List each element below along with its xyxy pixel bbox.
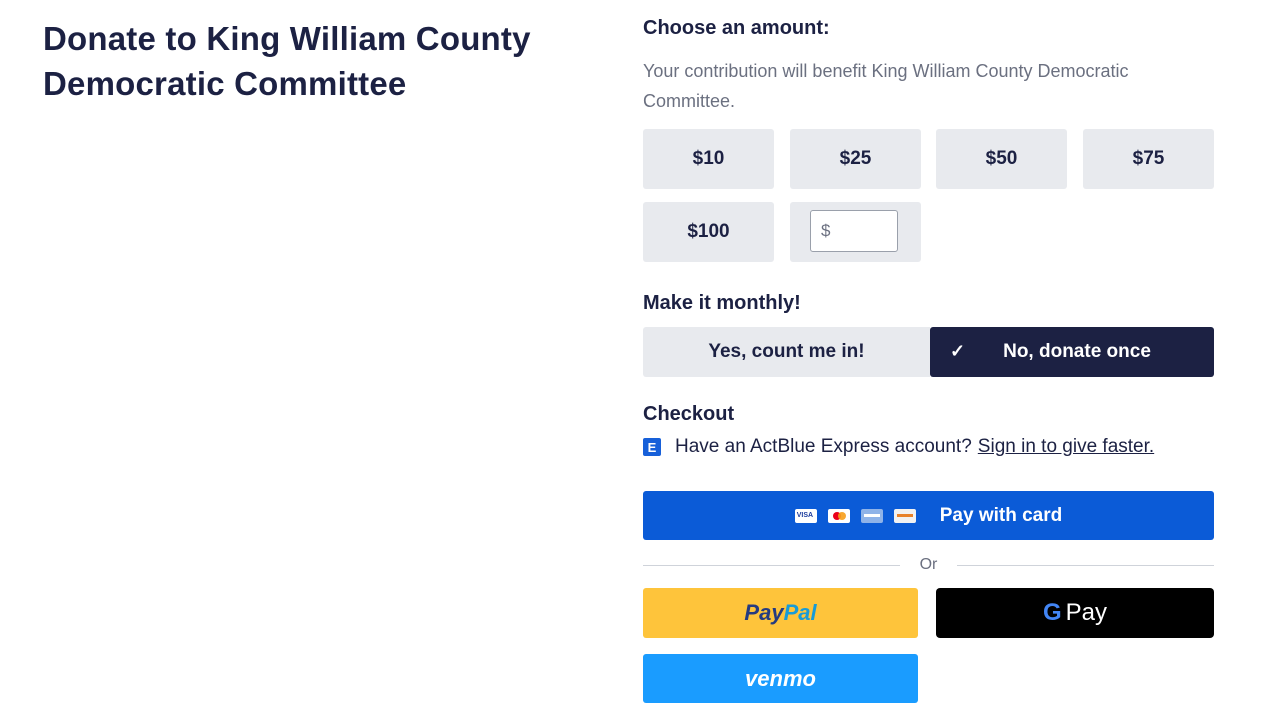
divider-line-left: [643, 564, 900, 566]
monthly-no-button[interactable]: ✓ No, donate once: [930, 327, 1214, 377]
express-signin-row: E Have an ActBlue Express account? Sign …: [643, 436, 1154, 458]
card-icons: [794, 508, 916, 523]
monthly-no-label: No, donate once: [1003, 341, 1151, 362]
or-label: Or: [919, 556, 938, 573]
discover-icon: [893, 508, 916, 523]
paypal-logo-part1: Pay: [744, 600, 784, 625]
page-title: Donate to King William County Democratic…: [43, 20, 531, 102]
or-divider: Or: [643, 555, 1214, 575]
monthly-heading: Make it monthly!: [643, 292, 801, 314]
amex-icon: [860, 508, 883, 523]
visa-icon: [794, 508, 817, 523]
express-prompt: Have an ActBlue Express account?: [675, 436, 972, 457]
amount-button-75[interactable]: $75: [1083, 129, 1214, 189]
google-pay-button[interactable]: G Pay: [936, 588, 1214, 638]
venmo-button[interactable]: venmo: [643, 654, 918, 703]
paypal-logo-part2: Pal: [783, 600, 817, 625]
pay-with-card-button[interactable]: Pay with card: [643, 491, 1214, 540]
google-pay-label: Pay: [1065, 599, 1108, 626]
custom-amount-input[interactable]: [810, 210, 898, 252]
monthly-yes-label: Yes, count me in!: [708, 341, 865, 362]
amount-button-100[interactable]: $100: [643, 202, 774, 262]
pay-with-card-label: Pay with card: [939, 504, 1063, 526]
amount-button-50[interactable]: $50: [936, 129, 1067, 189]
actblue-express-icon: E: [643, 438, 661, 456]
amount-heading: Choose an amount:: [643, 17, 830, 39]
monthly-yes-button[interactable]: Yes, count me in!: [643, 327, 930, 377]
custom-amount-box: [790, 202, 921, 262]
paypal-button[interactable]: Pay Pal: [643, 588, 918, 638]
checkmark-icon: ✓: [950, 341, 966, 361]
checkout-heading: Checkout: [643, 403, 735, 425]
amount-button-10[interactable]: $10: [643, 129, 774, 189]
venmo-logo: venmo: [745, 665, 816, 691]
google-g-icon: G: [1042, 599, 1062, 626]
mastercard-icon: [827, 508, 850, 523]
amount-description: Your contribution will benefit King Will…: [643, 61, 1129, 111]
express-signin-link[interactable]: Sign in to give faster.: [978, 436, 1154, 458]
divider-line-right: [957, 564, 1214, 566]
amount-button-25[interactable]: $25: [790, 129, 921, 189]
